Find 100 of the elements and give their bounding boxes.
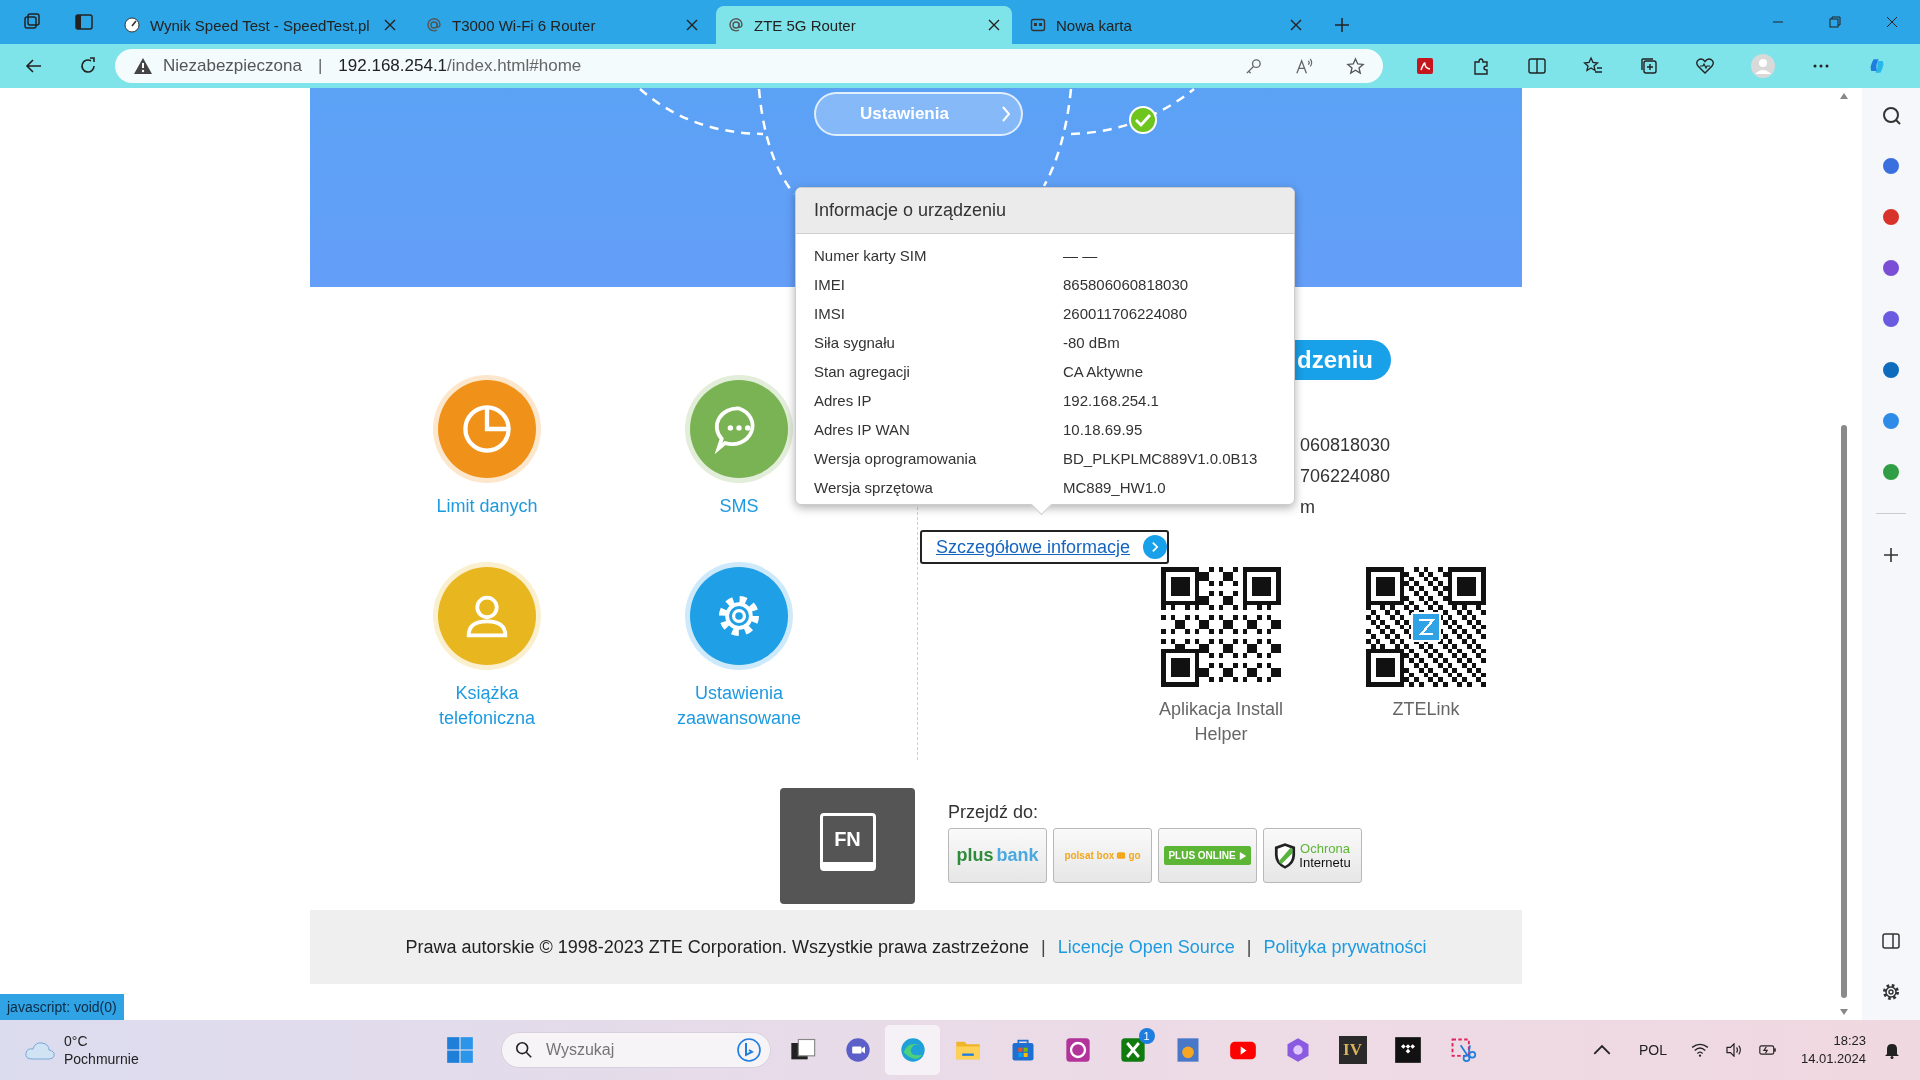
puzzle-icon[interactable] bbox=[1471, 56, 1491, 76]
info-value-text: 060818030 bbox=[1300, 434, 1391, 457]
chevron-icon bbox=[1000, 106, 1011, 122]
app-tile[interactable]: IV bbox=[1338, 1036, 1367, 1064]
info-label: Numer karty SIM bbox=[814, 247, 928, 264]
split-screen-icon[interactable] bbox=[1527, 56, 1547, 76]
close-icon[interactable] bbox=[1886, 16, 1898, 28]
security-label: Niezabezpieczona bbox=[163, 56, 302, 76]
info-label: Adres IP WAN bbox=[814, 421, 911, 438]
notification-bell-icon[interactable] bbox=[1884, 1041, 1900, 1059]
tab-title: Wynik Speed Test - SpeedTest.pl bbox=[150, 16, 371, 34]
info-value-text: 706224080 bbox=[1300, 465, 1391, 488]
info-label: IMSI bbox=[814, 305, 846, 322]
wifi-icon[interactable] bbox=[1690, 1043, 1709, 1057]
browser-tab[interactable]: Nowa karta bbox=[1018, 6, 1314, 44]
search-icon bbox=[515, 1041, 533, 1059]
pie-chart-icon bbox=[460, 402, 514, 456]
weather-condition-text: Pochmurnie bbox=[64, 1050, 139, 1068]
info-label: Adres IP bbox=[814, 392, 873, 409]
battery-icon[interactable] bbox=[1758, 1043, 1777, 1057]
new-tab-page-icon bbox=[1030, 17, 1046, 33]
info-label: Wersja oprogramowania bbox=[814, 450, 978, 467]
address-bar[interactable]: Niezabezpieczona | 192.168.254.1/index.html#home bbox=[115, 49, 1383, 83]
qr-caption: Aplikacja Install Helper bbox=[1157, 698, 1285, 746]
separator-text: | bbox=[317, 56, 323, 76]
plus-icon[interactable] bbox=[1881, 545, 1901, 565]
info-value: 10.18.69.95 bbox=[1063, 421, 1143, 438]
collections-icon[interactable] bbox=[1639, 56, 1659, 76]
favorites-icon[interactable] bbox=[1583, 56, 1603, 76]
info-label: Siła sygnału bbox=[814, 334, 896, 351]
language-indicator[interactable]: POL bbox=[1638, 1042, 1667, 1058]
partner-logo-button[interactable]: Ochrona Internetu bbox=[1263, 828, 1362, 883]
windows-start-icon[interactable] bbox=[446, 1036, 474, 1064]
workspaces-icon[interactable] bbox=[22, 12, 42, 32]
info-value: 192.168.254.1 bbox=[1063, 392, 1159, 409]
star-icon[interactable] bbox=[1346, 56, 1365, 76]
bing-icon bbox=[737, 1038, 761, 1062]
play-icon bbox=[1238, 850, 1247, 861]
notification-badge: 1 bbox=[1138, 1028, 1155, 1044]
separator-text: | bbox=[1041, 936, 1046, 958]
reload-icon[interactable] bbox=[78, 56, 98, 76]
tile-label[interactable]: Limit danych bbox=[417, 494, 557, 519]
at-sign-icon bbox=[426, 17, 442, 33]
close-icon[interactable] bbox=[988, 19, 1000, 31]
close-icon[interactable] bbox=[384, 19, 396, 31]
clock-date[interactable]: 14.01.2024 bbox=[1800, 1050, 1866, 1068]
partners-heading: Przejdź do: bbox=[948, 801, 1040, 824]
video-chat-icon[interactable] bbox=[843, 1036, 872, 1064]
pdf-icon[interactable] bbox=[1415, 56, 1435, 76]
info-value: 865806060818030 bbox=[1063, 276, 1189, 293]
volume-icon[interactable] bbox=[1724, 1043, 1743, 1057]
close-icon[interactable] bbox=[686, 19, 698, 31]
shield-icon bbox=[1274, 841, 1297, 870]
info-label: Stan agregacji bbox=[814, 363, 911, 380]
heart-icon[interactable] bbox=[1695, 56, 1715, 76]
tile-label[interactable]: Książka telefoniczna bbox=[417, 681, 557, 731]
browser-tab[interactable]: T3000 Wi-Fi 6 Router bbox=[414, 6, 710, 44]
close-icon[interactable] bbox=[1290, 19, 1302, 31]
separator-text: | bbox=[1246, 936, 1252, 958]
new-tab-icon[interactable] bbox=[1334, 17, 1350, 33]
tab-title: T3000 Wi-Fi 6 Router bbox=[452, 16, 597, 34]
clock-time[interactable]: 18:23 bbox=[1833, 1032, 1866, 1050]
info-value: MC889_HW1.0 bbox=[1063, 479, 1166, 496]
info-value: CA Aktywne bbox=[1063, 363, 1144, 380]
popup-title: Informacje o urządzeniu bbox=[796, 188, 1294, 234]
gauge-icon bbox=[124, 17, 140, 33]
app-icon[interactable] bbox=[1063, 1036, 1092, 1064]
chevron-circle-icon bbox=[1143, 535, 1167, 559]
info-value: 260011706224080 bbox=[1063, 305, 1188, 322]
settings-icon[interactable] bbox=[1881, 982, 1901, 1002]
tab-title: ZTE 5G Router bbox=[754, 16, 857, 34]
browser-tab[interactable]: Wynik Speed Test - SpeedTest.pl bbox=[112, 6, 408, 44]
url-text: 192.168.254.1/index.html#home bbox=[338, 56, 582, 76]
warning-icon bbox=[133, 57, 153, 75]
key-icon[interactable] bbox=[1244, 56, 1263, 76]
restore-icon[interactable] bbox=[1829, 16, 1841, 28]
tab-actions-icon[interactable] bbox=[74, 12, 94, 32]
read-aloud-icon[interactable] bbox=[1295, 56, 1314, 76]
chevron-up-icon[interactable] bbox=[1592, 1043, 1611, 1057]
temperature-text: 0°C bbox=[64, 1032, 89, 1050]
qr-caption: ZTELink bbox=[1391, 698, 1461, 721]
info-value: — — bbox=[1063, 247, 1098, 264]
info-label: IMEI bbox=[814, 276, 846, 293]
fn-key-drawing: FN bbox=[819, 813, 876, 871]
search-icon[interactable] bbox=[1881, 105, 1901, 125]
partner-logo-button[interactable]: plus bank bbox=[948, 828, 1047, 883]
browser-icon[interactable] bbox=[898, 1036, 927, 1064]
browser-tab[interactable]: ZTE 5G Router bbox=[716, 6, 1012, 44]
copyright-text: Prawa autorskie © 1998-2023 ZTE Corporation. Wszystkie prawa zastrzeżone bbox=[405, 936, 1029, 958]
info-label: Wersja sprzętowa bbox=[814, 479, 934, 496]
details-link[interactable]: Szczegółowe informacje bbox=[920, 530, 1169, 564]
taskbar-search-field[interactable]: Wyszukaj bbox=[501, 1032, 771, 1068]
scroll-up-icon[interactable] bbox=[1839, 92, 1849, 100]
scroll-down-icon[interactable] bbox=[1839, 1008, 1849, 1016]
diamond-pattern-icon[interactable] bbox=[1393, 1036, 1422, 1064]
sidebar-panel-icon[interactable] bbox=[1881, 931, 1901, 951]
tile-label[interactable]: Ustawienia zaawansowane bbox=[669, 681, 809, 731]
tab-title: Nowa karta bbox=[1056, 16, 1133, 34]
tile-label[interactable]: SMS bbox=[669, 494, 809, 519]
info-value: BD_PLKPLMC889V1.0.0B13 bbox=[1063, 450, 1258, 467]
